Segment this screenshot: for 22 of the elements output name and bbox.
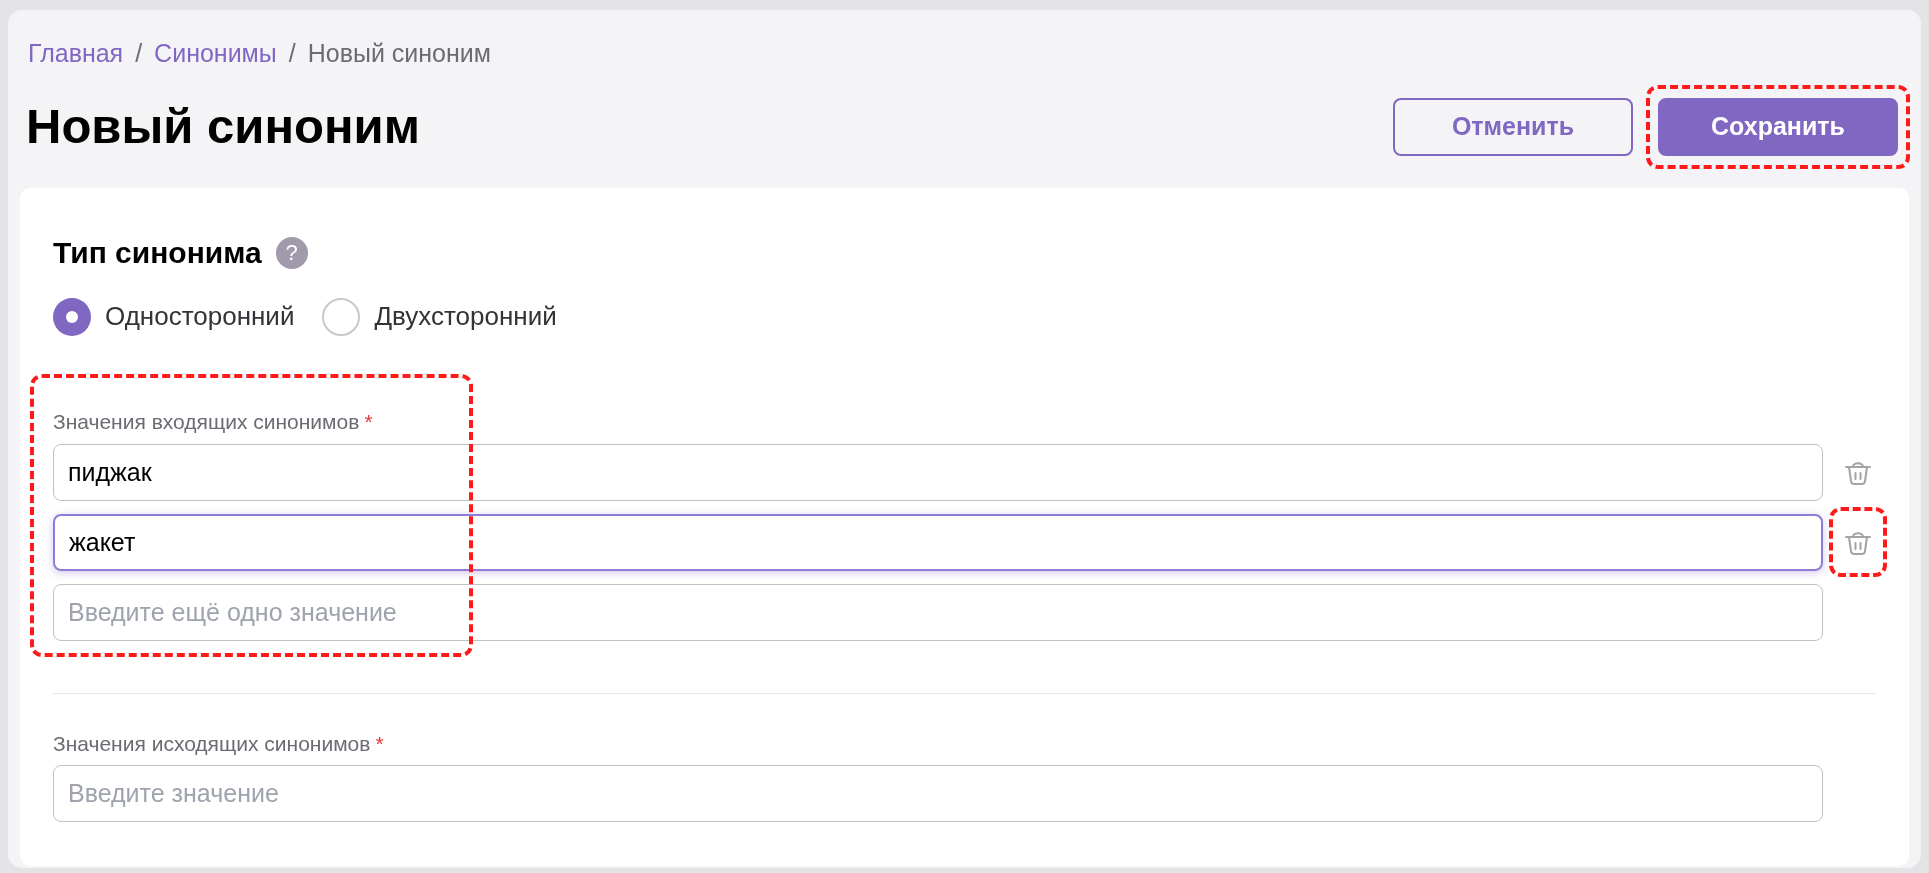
input-field[interactable]: жакет	[53, 513, 1823, 571]
required-mark: *	[375, 730, 384, 757]
breadcrumb-separator: /	[135, 38, 143, 70]
breadcrumb-link[interactable]: Главная	[28, 35, 124, 73]
cancel-button[interactable]: Отменить	[1393, 98, 1633, 156]
radio-button[interactable]	[53, 297, 91, 336]
page-title: Новый синоним	[26, 98, 420, 156]
input-field[interactable]: Введите значение	[53, 765, 1823, 822]
breadcrumb-current: Новый синоним	[307, 38, 491, 70]
input-field[interactable]: Введите ещё одно значение	[53, 583, 1823, 641]
breadcrumb-link[interactable]: Синонимы	[154, 35, 277, 73]
field-label: Значения входящих синонимов	[53, 409, 360, 435]
radio-button[interactable]	[322, 297, 361, 336]
radio-label: Односторонний	[105, 300, 295, 333]
section-title: Тип синонима	[53, 235, 262, 271]
field-label: Значения исходящих синонимов	[53, 730, 371, 757]
breadcrumb-separator: /	[288, 38, 296, 70]
help-icon[interactable]: ?	[275, 236, 308, 269]
required-mark: *	[364, 409, 373, 435]
save-button[interactable]: Сохранить	[1658, 98, 1898, 156]
input-field[interactable]: пиджак	[53, 443, 1823, 501]
radio-label: Двухсторонний	[374, 300, 557, 333]
